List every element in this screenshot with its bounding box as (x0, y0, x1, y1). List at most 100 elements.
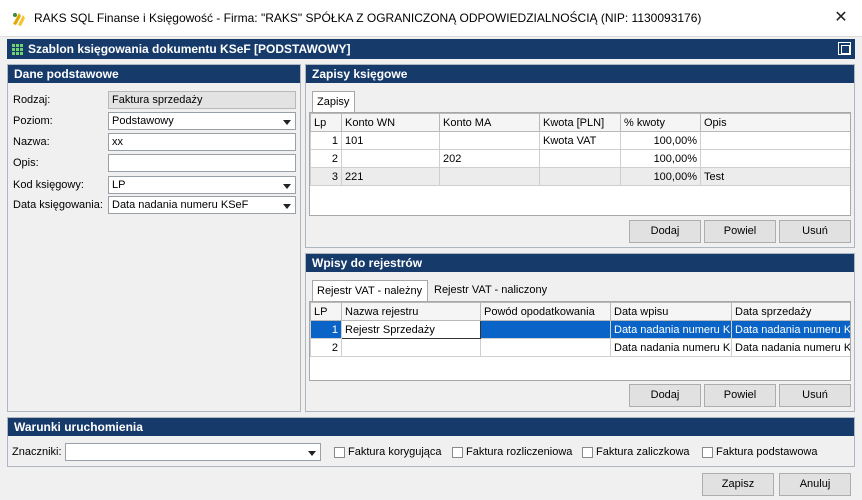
entries-header: Zapisy księgowe (306, 65, 854, 83)
registers-grid: LP Nazwa rejestru Powód opodatkowania Da… (309, 301, 851, 381)
row-tax-reason[interactable] (480, 320, 611, 339)
row-percent[interactable]: 100,00% (620, 149, 701, 168)
basic-data-panel: Dane podstawowe Rodzaj: Faktura sprzedaż… (7, 64, 301, 412)
tab-vat-input[interactable]: Rejestr VAT - naliczony (430, 280, 552, 301)
entries-repeat-button[interactable]: Powiel (704, 220, 776, 243)
tab-entries[interactable]: Zapisy (312, 91, 355, 112)
chevron-down-icon (283, 120, 291, 125)
col-amount[interactable]: Kwota [PLN] (539, 113, 621, 132)
type-field: Faktura sprzedaży (108, 91, 296, 109)
row-entry-date[interactable]: Data nadania numeru KSeF (610, 320, 732, 339)
row-description[interactable] (700, 149, 850, 168)
form-header: Szablon księgowania dokumentu KSeF [PODS… (7, 39, 855, 59)
account-code-select[interactable]: LP (108, 176, 296, 194)
table-row[interactable]: 1 101 Kwota VAT 100,00% (310, 131, 850, 150)
maximize-icon[interactable] (838, 42, 851, 55)
type-label: Rodzaj: (13, 94, 51, 106)
chevron-down-icon (283, 204, 291, 209)
row-account-dr[interactable]: 221 (341, 167, 440, 186)
registers-add-button[interactable]: Dodaj (629, 384, 701, 407)
advance-invoice-label: Faktura zaliczkowa (596, 446, 690, 458)
basic-data-header: Dane podstawowe (8, 65, 300, 83)
col-account-dr[interactable]: Konto WN (341, 113, 440, 132)
col-entry-date[interactable]: Data wpisu (610, 302, 732, 321)
name-input[interactable]: xx (108, 133, 296, 151)
registers-header: Wpisy do rejestrów (306, 254, 854, 272)
row-amount[interactable] (539, 167, 621, 186)
entries-panel: Zapisy księgowe Zapisy Lp Konto WN Konto… (305, 64, 855, 248)
registers-header-row: LP Nazwa rejestru Powód opodatkowania Da… (310, 302, 850, 321)
account-code-label: Kod księgowy: (13, 179, 84, 191)
col-sale-date[interactable]: Data sprzedaży (731, 302, 850, 321)
row-account-cr[interactable] (439, 131, 540, 150)
registers-delete-button[interactable]: Usuń (779, 384, 851, 407)
row-account-dr[interactable] (341, 149, 440, 168)
row-description[interactable] (700, 131, 850, 150)
save-button[interactable]: Zapisz (702, 473, 774, 496)
row-account-dr[interactable]: 101 (341, 131, 440, 150)
entries-header-row: Lp Konto WN Konto MA Kwota [PLN] % kwoty… (310, 113, 850, 132)
table-row[interactable]: 2 Data nadania numeru KSeF Data nadania … (310, 338, 850, 357)
row-lp: 1 (310, 131, 342, 150)
description-label: Opis: (13, 157, 39, 169)
table-row[interactable]: 1 Rejestr Sprzedaży Data nadania numeru … (310, 320, 850, 339)
table-row[interactable]: 3 221 100,00% Test (310, 167, 850, 186)
row-sale-date[interactable]: Data nadania numeru KSeF (731, 320, 850, 339)
row-account-cr[interactable] (439, 167, 540, 186)
entries-grid: Lp Konto WN Konto MA Kwota [PLN] % kwoty… (309, 112, 851, 216)
correction-invoice-label: Faktura korygująca (348, 446, 442, 458)
row-percent[interactable]: 100,00% (620, 131, 701, 150)
row-lp: 2 (310, 149, 342, 168)
advance-invoice-checkbox[interactable] (582, 447, 593, 458)
col-tax-reason[interactable]: Powód opodatkowania (480, 302, 611, 321)
posting-date-label: Data księgowania: (13, 199, 103, 211)
tags-label: Znaczniki: (12, 446, 62, 458)
tags-select[interactable] (65, 443, 321, 461)
entries-delete-button[interactable]: Usuń (779, 220, 851, 243)
chevron-down-icon (283, 184, 291, 189)
col-description[interactable]: Opis (700, 113, 850, 132)
row-lp: 2 (310, 338, 342, 357)
basic-invoice-checkbox[interactable] (702, 447, 713, 458)
row-description[interactable]: Test (700, 167, 850, 186)
level-select[interactable]: Podstawowy (108, 112, 296, 130)
posting-date-value: Data nadania numeru KSeF (112, 199, 249, 211)
name-label: Nazwa: (13, 136, 50, 148)
window-title-bar: RAKS SQL Finanse i Księgowość - Firma: "… (0, 0, 862, 37)
row-register-name[interactable] (341, 338, 481, 357)
chevron-down-icon (308, 451, 316, 456)
registers-panel: Wpisy do rejestrów Rejestr VAT - należny… (305, 253, 855, 412)
description-input[interactable] (108, 154, 296, 172)
row-tax-reason[interactable] (480, 338, 611, 357)
col-account-cr[interactable]: Konto MA (439, 113, 540, 132)
col-lp[interactable]: LP (310, 302, 342, 321)
entries-add-button[interactable]: Dodaj (629, 220, 701, 243)
col-lp[interactable]: Lp (310, 113, 342, 132)
row-register-name[interactable]: Rejestr Sprzedaży (341, 320, 481, 339)
close-window-button[interactable]: ✕ (828, 6, 854, 30)
correction-invoice-checkbox[interactable] (334, 447, 345, 458)
table-row[interactable]: 2 202 100,00% (310, 149, 850, 168)
row-amount[interactable] (539, 149, 621, 168)
settlement-invoice-checkbox[interactable] (452, 447, 463, 458)
posting-date-select[interactable]: Data nadania numeru KSeF (108, 196, 296, 214)
row-percent[interactable]: 100,00% (620, 167, 701, 186)
app-logo-icon (13, 13, 25, 26)
col-percent[interactable]: % kwoty (620, 113, 701, 132)
cancel-button[interactable]: Anuluj (779, 473, 851, 496)
tab-vat-output[interactable]: Rejestr VAT - należny (312, 280, 428, 301)
account-code-value: LP (112, 179, 126, 191)
basic-invoice-label: Faktura podstawowa (716, 446, 818, 458)
grid-icon (12, 44, 23, 55)
row-amount[interactable]: Kwota VAT (539, 131, 621, 150)
col-register-name[interactable]: Nazwa rejestru (341, 302, 481, 321)
row-entry-date[interactable]: Data nadania numeru KSeF (610, 338, 732, 357)
conditions-panel: Warunki uruchomienia Znaczniki: Faktura … (7, 417, 855, 467)
form-title: Szablon księgowania dokumentu KSeF [PODS… (28, 42, 351, 56)
row-lp: 1 (310, 320, 342, 339)
registers-repeat-button[interactable]: Powiel (704, 384, 776, 407)
row-sale-date[interactable]: Data nadania numeru KSeF (731, 338, 850, 357)
row-account-cr[interactable]: 202 (439, 149, 540, 168)
level-label: Poziom: (13, 115, 53, 127)
level-value: Podstawowy (112, 115, 174, 127)
